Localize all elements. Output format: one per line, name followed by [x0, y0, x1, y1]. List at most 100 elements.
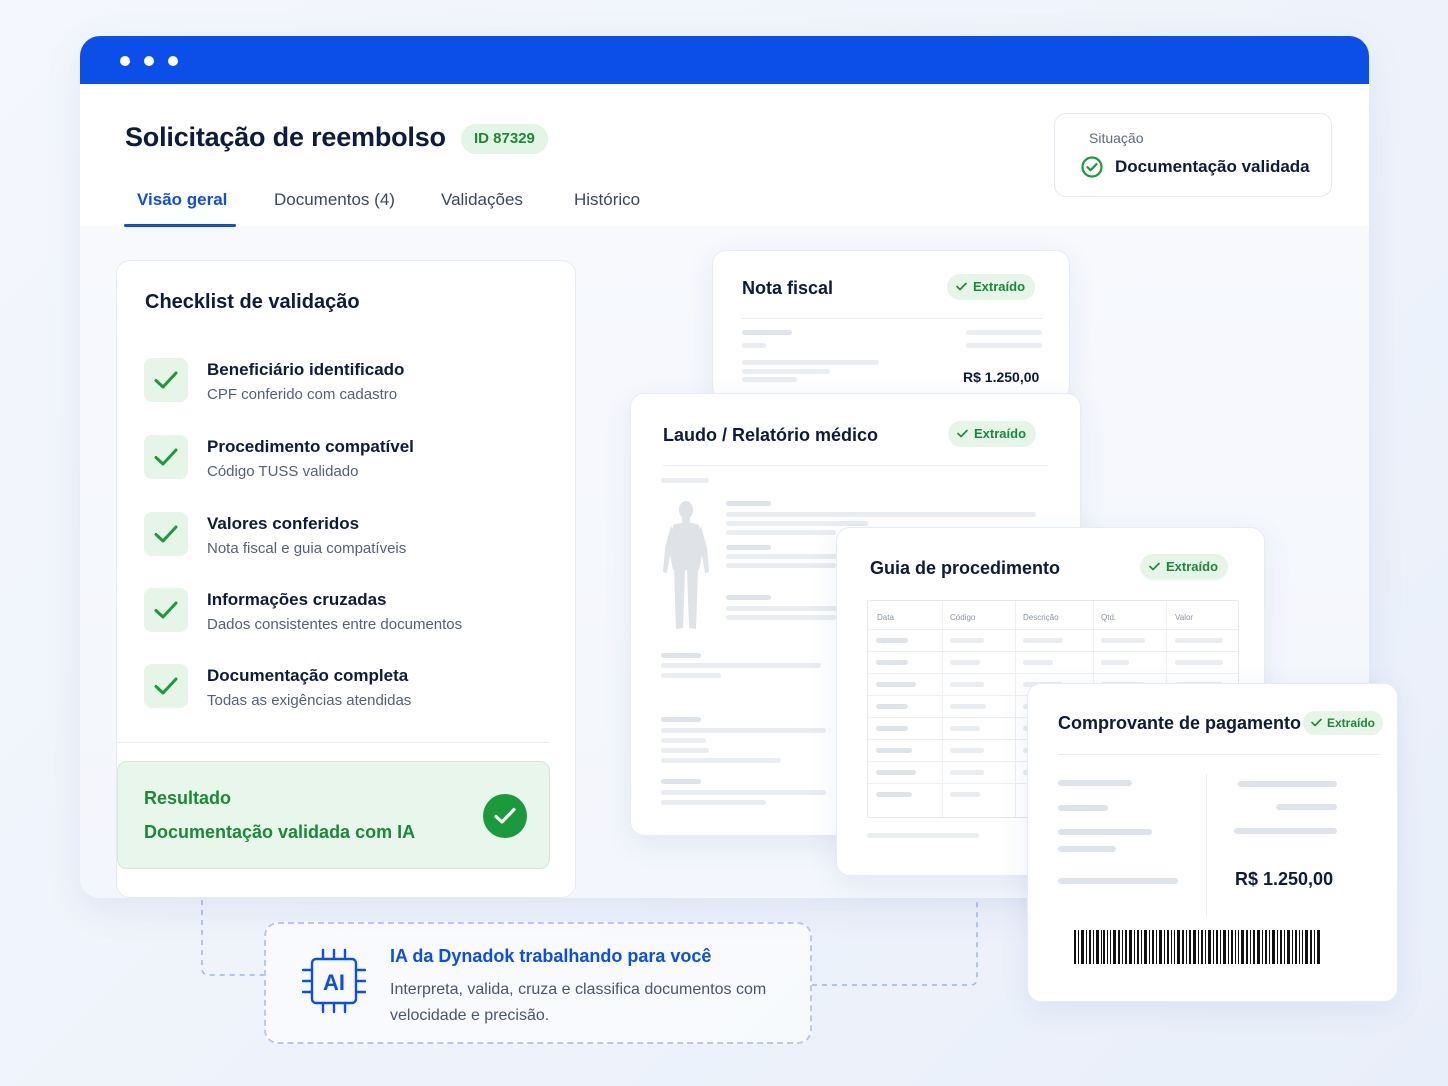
table-header-cell: Descrição [1023, 613, 1059, 622]
extracted-badge-label: Extraído [973, 279, 1026, 294]
extracted-badge-label: Extraído [974, 426, 1027, 441]
vertical-divider [1206, 774, 1207, 916]
window-titlebar [80, 36, 1369, 84]
placeholder-line [661, 728, 826, 733]
tab-overview[interactable]: Visão geral [137, 190, 227, 210]
table-cell-placeholder [876, 792, 912, 797]
request-id-badge: ID 87329 [461, 124, 548, 154]
document-title: Comprovante de pagamento [1058, 713, 1302, 733]
result-value: Documentação validada com IA [144, 822, 416, 842]
page-title: Solicitação de reembolso [125, 122, 446, 152]
table-cell-placeholder [950, 748, 984, 753]
placeholder-line [726, 545, 771, 550]
table-cell-placeholder [950, 638, 984, 643]
placeholder-line [661, 738, 706, 743]
checklist-item: Informações cruzadas Dados consistentes … [144, 588, 564, 644]
table-cell-placeholder [876, 704, 908, 709]
placeholder-line [661, 663, 821, 668]
barcode-icon [1074, 930, 1320, 964]
placeholder-line [742, 369, 830, 374]
table-cell-placeholder [950, 792, 980, 797]
placeholder-line [966, 330, 1042, 335]
table-cell-placeholder [950, 682, 984, 687]
extracted-badge: Extraído [947, 274, 1036, 300]
placeholder-line [726, 512, 1036, 517]
extracted-badge: Extraído [948, 421, 1037, 447]
separator-line [1058, 754, 1380, 755]
placeholder-line [661, 779, 701, 784]
check-icon [956, 282, 967, 291]
check-circle-icon [1081, 156, 1103, 178]
placeholder-line [1058, 829, 1152, 835]
ai-chip-icon: AI [302, 948, 366, 1014]
check-icon [1149, 562, 1160, 571]
checklist-item-subtitle: Todas as exigências atendidas [207, 692, 412, 709]
checklist-item-title: Beneficiário identificado [207, 360, 405, 379]
result-label: Resultado [144, 788, 232, 808]
placeholder-line [661, 758, 781, 763]
table-cell-placeholder [1175, 638, 1223, 643]
ai-panel-title: IA da Dynadok trabalhando para você [390, 946, 712, 966]
amount-value: R$ 1.250,00 [963, 369, 1040, 385]
placeholder-line [742, 377, 797, 382]
ai-chip-label: AI [323, 970, 345, 995]
status-card: Situação Documentação validada [1054, 113, 1332, 197]
extracted-badge-label: Extraído [1327, 716, 1376, 730]
checkmark-icon [144, 588, 188, 632]
placeholder-line [726, 521, 868, 526]
status-label: Situação [1089, 130, 1144, 146]
table-cell-placeholder [950, 660, 980, 665]
tab-history[interactable]: Histórico [574, 190, 640, 210]
status-value: Documentação validada [1115, 157, 1310, 176]
table-cell-placeholder [1023, 638, 1063, 643]
table-cell-placeholder [876, 726, 908, 731]
checkmark-icon [144, 664, 188, 708]
checkmark-icon [144, 358, 188, 402]
placeholder-line [661, 717, 701, 722]
checklist-item-subtitle: Código TUSS validado [207, 463, 359, 480]
table-cell-placeholder [876, 638, 908, 643]
checklist-item-title: Valores conferidos [207, 514, 360, 533]
placeholder-line [661, 748, 709, 753]
placeholder-line [1238, 781, 1337, 787]
placeholder-line [661, 673, 721, 678]
table-cell-placeholder [876, 660, 908, 665]
tab-validations[interactable]: Validações [441, 190, 523, 210]
table-cell-placeholder [950, 726, 980, 731]
placeholder-line [726, 606, 841, 611]
placeholder-line [742, 343, 766, 348]
table-header-cell: Data [877, 613, 894, 622]
checklist-item-title: Informações cruzadas [207, 590, 387, 609]
placeholder-line [1234, 828, 1337, 834]
validation-checklist-card: Checklist de validação Beneficiário iden… [116, 260, 576, 898]
table-header-cell: Valor [1175, 613, 1194, 622]
checklist-item-title: Procedimento compatível [207, 437, 414, 456]
checklist-item: Valores conferidos Nota fiscal e guia co… [144, 512, 564, 568]
checklist-item: Procedimento compatível Código TUSS vali… [144, 435, 564, 491]
placeholder-line [1276, 804, 1337, 810]
placeholder-line [726, 530, 836, 535]
ai-info-panel: AI IA da Dynadok trabalhando para você I… [264, 922, 812, 1044]
checklist-item-subtitle: Dados consistentes entre documentos [207, 616, 463, 633]
document-card-nota-fiscal[interactable]: Nota fiscal Extraído R$ 1.250,00 [712, 250, 1070, 400]
document-title: Laudo / Relatório médico [663, 425, 879, 445]
checklist-item-subtitle: CPF conferido com cadastro [207, 386, 398, 403]
placeholder-line [1058, 805, 1108, 811]
table-header-cell: Código [950, 613, 976, 622]
placeholder-line [661, 478, 709, 483]
check-circle-icon [483, 794, 527, 838]
placeholder-line [726, 595, 771, 600]
checklist-title: Checklist de validação [145, 291, 360, 313]
extracted-badge: Extraído [1303, 711, 1384, 735]
checklist-item: Documentação completa Todas as exigência… [144, 664, 564, 720]
placeholder-line [726, 615, 836, 620]
table-column-line [942, 601, 943, 817]
table-row-line [868, 629, 1238, 630]
table-cell-placeholder [950, 770, 984, 775]
document-card-comprovante[interactable]: Comprovante de pagamento Extraído R$ 1.2… [1027, 683, 1398, 1002]
checklist-divider [117, 742, 549, 743]
table-cell-placeholder [1175, 660, 1223, 665]
tab-documents[interactable]: Documentos (4) [274, 190, 395, 210]
document-title: Guia de procedimento [870, 558, 1061, 578]
table-cell-placeholder [950, 704, 986, 709]
